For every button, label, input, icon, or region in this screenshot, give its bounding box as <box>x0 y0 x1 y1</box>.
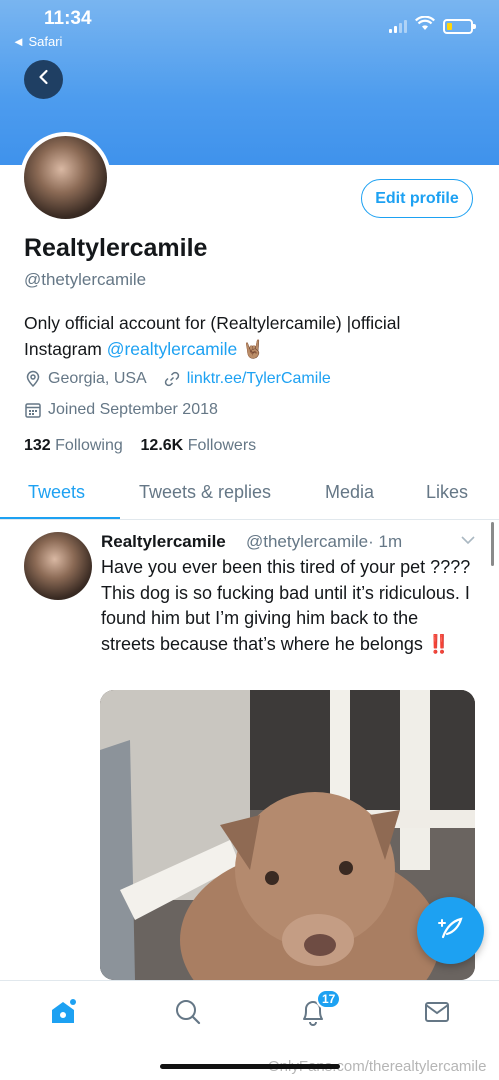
nav-home-button[interactable] <box>48 997 78 1032</box>
nav-messages-button[interactable] <box>422 999 452 1029</box>
link-icon <box>163 370 181 388</box>
nav-search-button[interactable] <box>173 999 203 1029</box>
notifications-badge: 17 <box>316 989 342 1009</box>
display-name: Realtylercamile <box>24 234 208 262</box>
edit-profile-button[interactable]: Edit profile <box>361 179 473 218</box>
scrollbar[interactable] <box>491 522 494 566</box>
tab-likes[interactable]: Likes <box>426 482 468 503</box>
followers-link[interactable]: 12.6K Followers <box>141 437 257 454</box>
tab-tweets[interactable]: Tweets <box>28 482 85 503</box>
profile-avatar[interactable] <box>20 132 111 223</box>
home-icon <box>48 997 78 1032</box>
profile-location: Georgia, USA <box>48 370 147 387</box>
battery-icon <box>443 18 476 34</box>
signal-icon <box>389 19 407 33</box>
profile-bio: Only official account for (Realtylercami… <box>24 310 464 362</box>
tweet-author-handle: @thetylercamile· 1m <box>246 532 403 551</box>
profile-website-link[interactable]: linktr.ee/TylerCamile <box>187 370 331 388</box>
wifi-icon <box>415 15 435 36</box>
tab-tweets-replies[interactable]: Tweets & replies <box>139 482 271 503</box>
active-tab-indicator <box>0 517 120 519</box>
back-arrow-icon <box>36 69 52 90</box>
profile-joined-date: Joined September 2018 <box>48 401 218 418</box>
location-pin-icon <box>24 370 42 388</box>
profile-tabs: Tweets Tweets & replies Media Likes <box>0 472 499 520</box>
tweet-menu-button[interactable] <box>460 533 476 551</box>
mail-icon <box>423 1000 451 1029</box>
home-indicator[interactable] <box>160 1064 340 1069</box>
search-icon <box>174 998 202 1031</box>
profile-handle: @thetylercamile <box>24 270 147 289</box>
tweet-avatar[interactable] <box>24 532 92 600</box>
calendar-icon <box>24 401 42 419</box>
bio-instagram-link[interactable]: @realtylercamile <box>107 339 238 359</box>
chevron-down-icon <box>460 533 476 550</box>
tweet-author-name[interactable]: Realtylercamile <box>101 532 226 552</box>
compose-icon <box>435 912 467 949</box>
follow-stats: 132 Following 12.6K Followers <box>24 437 256 455</box>
back-button[interactable] <box>24 60 63 99</box>
status-indicators <box>389 15 476 36</box>
tweet-text: Have you ever been this tired of your pe… <box>101 557 471 654</box>
tab-media[interactable]: Media <box>325 482 374 503</box>
tweet-time: · 1m <box>368 532 403 551</box>
compose-tweet-button[interactable] <box>417 897 484 964</box>
bio-emoji: 🤘🏽 <box>242 339 264 359</box>
following-link[interactable]: 132 Following <box>24 437 123 454</box>
profile-joined-row: Joined September 2018 <box>24 401 218 419</box>
status-time: 11:34 <box>44 8 92 29</box>
back-to-safari-link[interactable]: ◄ Safari <box>12 34 62 49</box>
profile-meta-row: Georgia, USA linktr.ee/TylerCamile <box>24 370 331 388</box>
double-exclamation-emoji: ‼️ <box>427 633 451 654</box>
